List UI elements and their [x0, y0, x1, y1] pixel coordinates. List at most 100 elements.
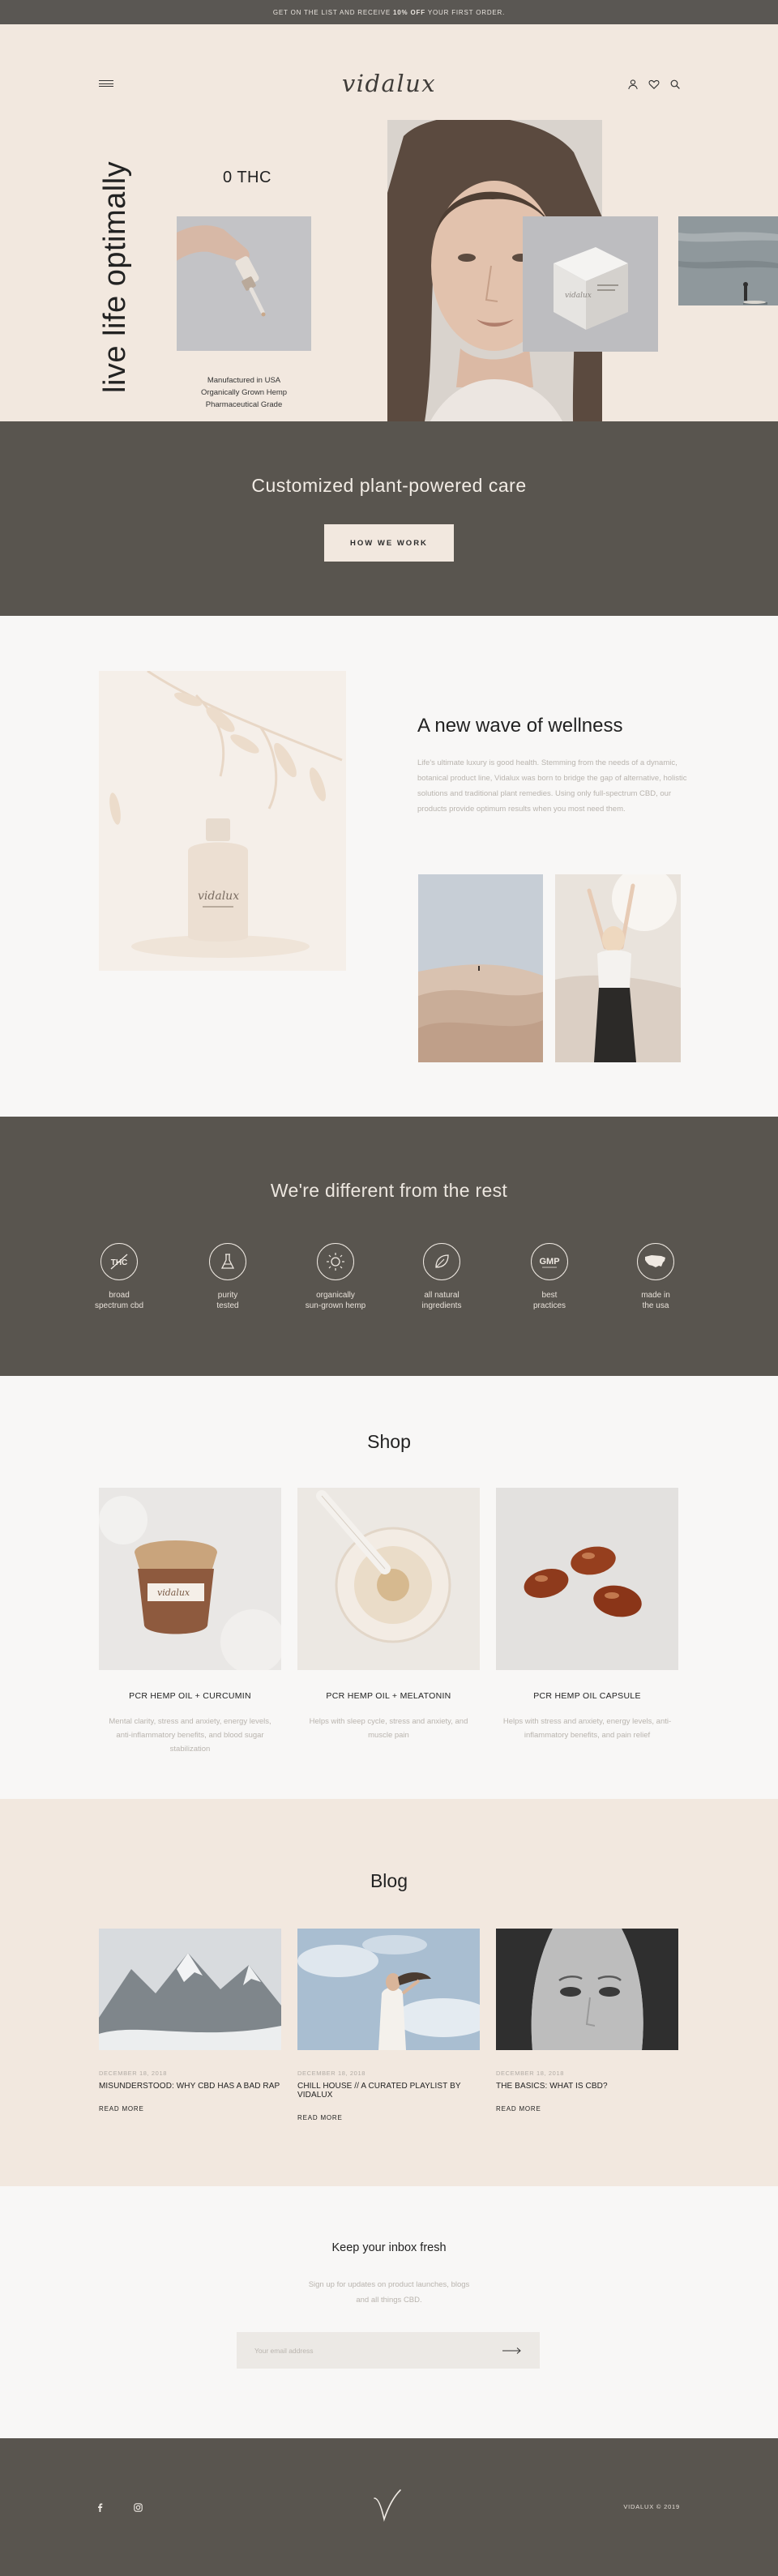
search-icon[interactable]	[669, 79, 681, 90]
site-footer: VIDALUX © 2019	[0, 2438, 778, 2576]
newsletter-form	[237, 2332, 540, 2369]
blog-title[interactable]: THE BASICS: WHAT IS CBD?	[496, 2082, 678, 2091]
arrow-right-icon[interactable]	[502, 2347, 522, 2355]
feature-best-practices: GMP best practices	[505, 1243, 594, 1311]
blog-date: DECEMBER 18, 2018	[99, 2070, 167, 2077]
blog-post-card[interactable]: DECEMBER 18, 2018 THE BASICS: WHAT IS CB…	[496, 1929, 678, 2112]
blog-image-sky-woman[interactable]	[297, 1929, 480, 2050]
heart-icon[interactable]	[648, 79, 660, 90]
hero-section: vidalux live life optimally 0 THC Manufa…	[0, 24, 778, 421]
feature-purity: purity tested	[183, 1243, 272, 1311]
product-name[interactable]: PCR HEMP OIL CAPSULE	[496, 1691, 678, 1701]
blog-image-mountains[interactable]	[99, 1929, 281, 2050]
feature-line2: spectrum cbd	[94, 1301, 144, 1310]
product-card[interactable]: vidalux PCR HEMP OIL + CURCUMIN Mental c…	[99, 1488, 281, 1756]
bottle-image: vidalux	[99, 671, 346, 971]
surfer-image	[678, 216, 778, 305]
product-name[interactable]: PCR HEMP OIL + MELATONIN	[297, 1691, 480, 1701]
announcement-highlight: 10% OFF	[393, 8, 425, 16]
newsletter-heading: Keep your inbox fresh	[331, 2241, 447, 2254]
shop-section: Shop vidalux PCR HEMP OIL + CURCUMIN Men…	[0, 1376, 778, 1799]
usa-map-icon	[637, 1243, 674, 1280]
read-more-link[interactable]: READ MORE	[297, 2114, 480, 2121]
hero-tagline-container: live life optimally	[93, 161, 142, 401]
woman-stretching-image	[555, 874, 681, 1062]
care-heading: Customized plant-powered care	[251, 475, 527, 496]
product-card[interactable]: PCR HEMP OIL + MELATONIN Helps with slee…	[297, 1488, 480, 1742]
blog-image-face[interactable]	[496, 1929, 678, 2050]
email-input[interactable]	[254, 2346, 502, 2355]
how-we-work-button[interactable]: HOW WE WORK	[324, 524, 454, 562]
desert-image	[418, 874, 543, 1062]
feature-label: all natural ingredients	[397, 1290, 486, 1311]
newsletter-body: Sign up for updates on product launches,…	[308, 2280, 470, 2305]
facebook-icon[interactable]	[96, 2503, 105, 2512]
feature-made-in-usa: made in the usa	[611, 1243, 700, 1311]
blog-heading: Blog	[370, 1870, 408, 1891]
product-card[interactable]: PCR HEMP OIL CAPSULE Helps with stress a…	[496, 1488, 678, 1742]
hero-tagline: live life optimally	[98, 160, 132, 393]
feature-line1: broad	[109, 1291, 130, 1300]
announcement-prefix: GET ON THE LIST AND RECEIVE	[272, 8, 391, 16]
feature-line2: the usa	[642, 1301, 669, 1310]
gmp-badge-icon: GMP	[531, 1243, 568, 1280]
leaf-icon	[423, 1243, 460, 1280]
copyright-text: VIDALUX © 2019	[623, 2503, 680, 2510]
blog-post-card[interactable]: DECEMBER 18, 2018 MISUNDERSTOOD: WHY CBD…	[99, 1929, 281, 2112]
read-more-link[interactable]: READ MORE	[99, 2105, 281, 2112]
features-section: We're different from the rest THC broad s…	[0, 1117, 778, 1376]
blog-title[interactable]: MISUNDERSTOOD: WHY CBD HAS A BAD RAP	[99, 2082, 281, 2091]
feature-line2: practices	[532, 1301, 566, 1310]
features-heading: We're different from the rest	[270, 1180, 508, 1201]
bottle-label: vidalux	[198, 890, 239, 903]
newsletter-section: Keep your inbox fresh Sign up for update…	[0, 2186, 778, 2438]
svg-text:vidalux: vidalux	[157, 1587, 190, 1598]
product-box-image: vidalux	[523, 216, 658, 352]
feature-line2: ingredients	[421, 1301, 462, 1310]
user-icon[interactable]	[627, 79, 639, 90]
wellness-section: vidalux A new wave of wellness Life's ul…	[0, 616, 778, 1117]
instagram-icon[interactable]	[134, 2503, 143, 2512]
feature-label: best practices	[505, 1290, 594, 1311]
sun-icon	[317, 1243, 354, 1280]
read-more-link[interactable]: READ MORE	[496, 2105, 678, 2112]
header-actions	[627, 79, 681, 90]
zero-thc-badge: 0 THC	[223, 169, 271, 186]
product-image-melatonin[interactable]	[297, 1488, 480, 1670]
blog-post-card[interactable]: DECEMBER 18, 2018 CHILL HOUSE // A CURAT…	[297, 1929, 480, 2121]
vidalux-v-logo[interactable]	[371, 2487, 404, 2523]
shop-heading: Shop	[367, 1431, 411, 1452]
hero-meta-hemp: Organically Grown Hemp	[200, 388, 288, 397]
plant-powered-care-section: Customized plant-powered care HOW WE WOR…	[0, 421, 778, 616]
feature-line1: organically	[316, 1291, 355, 1300]
product-image-capsule[interactable]	[496, 1488, 678, 1670]
svg-text:vidalux: vidalux	[565, 292, 592, 300]
wellness-body: Life's ultimate luxury is good health. S…	[417, 758, 687, 814]
hero-meta-grade: Pharmaceutical Grade	[205, 400, 283, 409]
feature-all-natural: all natural ingredients	[397, 1243, 486, 1311]
feature-line2: tested	[216, 1301, 239, 1310]
feature-broad-spectrum: THC broad spectrum cbd	[75, 1243, 164, 1311]
lab-flask-icon	[209, 1243, 246, 1280]
gmp-glyph: GMP	[539, 1257, 559, 1267]
wellness-heading: A new wave of wellness	[417, 715, 623, 737]
product-description: Mental clarity, stress and anxiety, ener…	[109, 1717, 271, 1754]
dropper-image	[177, 216, 311, 351]
feature-label: broad spectrum cbd	[75, 1290, 164, 1311]
announcement-bar: GET ON THE LIST AND RECEIVE 10% OFF YOUR…	[0, 0, 778, 24]
hero-meta-list: Manufactured in USA Organically Grown He…	[177, 374, 311, 411]
feature-line1: all natural	[424, 1291, 460, 1300]
product-image-curcumin[interactable]: vidalux	[99, 1488, 281, 1670]
feature-line2: sun-grown hemp	[305, 1301, 366, 1310]
blog-title[interactable]: CHILL HOUSE // A CURATED PLAYLIST BY VID…	[297, 2082, 480, 2100]
product-name[interactable]: PCR HEMP OIL + CURCUMIN	[99, 1691, 281, 1701]
hero-meta-usa: Manufactured in USA	[207, 376, 281, 385]
site-header: vidalux	[0, 57, 778, 97]
blog-date: DECEMBER 18, 2018	[297, 2070, 365, 2077]
thc-free-icon: THC	[100, 1243, 138, 1280]
thc-glyph: THC	[111, 1258, 128, 1267]
blog-date: DECEMBER 18, 2018	[496, 2070, 564, 2077]
announcement-suffix: YOUR FIRST ORDER.	[427, 8, 506, 16]
product-description: Helps with stress and anxiety, energy le…	[502, 1717, 672, 1740]
feature-label: made in the usa	[611, 1290, 700, 1311]
